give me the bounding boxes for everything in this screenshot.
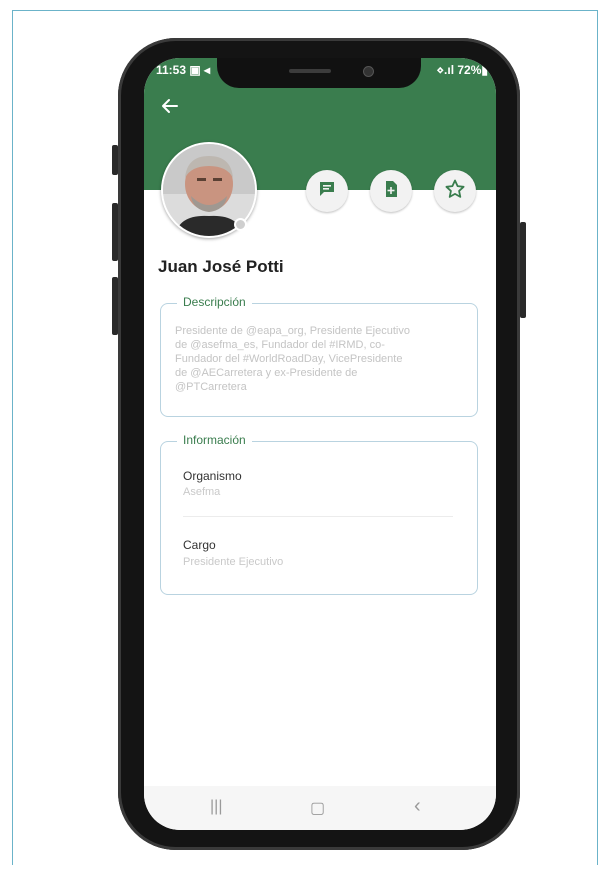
- notch-camera: [363, 66, 374, 77]
- add-document-button[interactable]: [370, 170, 412, 212]
- information-title: Información: [177, 433, 252, 447]
- profile-name: Juan José Potti: [158, 257, 284, 276]
- app-screen: 11:53 ▣ ◂ ⋄.ıl 72%▮ Juan José Potti Desc…: [144, 58, 496, 830]
- description-text: Presidente de @eapa_org, Presidente Ejec…: [175, 325, 410, 393]
- chat-icon: [317, 179, 337, 204]
- phone-power-button: [520, 222, 526, 318]
- field-value-cargo: Presidente Ejecutivo: [183, 556, 284, 568]
- description-title: Descripción: [177, 295, 252, 309]
- avatar-status-dot: [234, 218, 247, 231]
- nav-recent-apps-button[interactable]: |||: [210, 798, 222, 816]
- system-nav-bar: ||| ▢ ‹: [144, 786, 496, 830]
- field-value-organismo: Asefma: [183, 486, 221, 498]
- add-document-icon: [381, 179, 401, 204]
- information-card: Información Organismo Asefma Cargo Presi…: [160, 433, 478, 595]
- phone-notch: [217, 58, 421, 88]
- chat-button[interactable]: [306, 170, 348, 212]
- status-indicators: ⋄.ıl 72%▮: [436, 63, 488, 77]
- field-divider: [183, 516, 453, 517]
- notch-speaker: [289, 69, 331, 73]
- status-time: 11:53 ▣ ◂: [156, 63, 211, 77]
- star-icon: [444, 178, 466, 205]
- nav-home-button[interactable]: ▢: [310, 798, 325, 818]
- back-arrow-icon[interactable]: [160, 96, 180, 116]
- field-label-organismo: Organismo: [183, 469, 242, 483]
- field-label-cargo: Cargo: [183, 538, 216, 552]
- description-card: Descripción Presidente de @eapa_org, Pre…: [160, 295, 478, 417]
- nav-back-button[interactable]: ‹: [414, 795, 421, 818]
- favorite-button[interactable]: [434, 170, 476, 212]
